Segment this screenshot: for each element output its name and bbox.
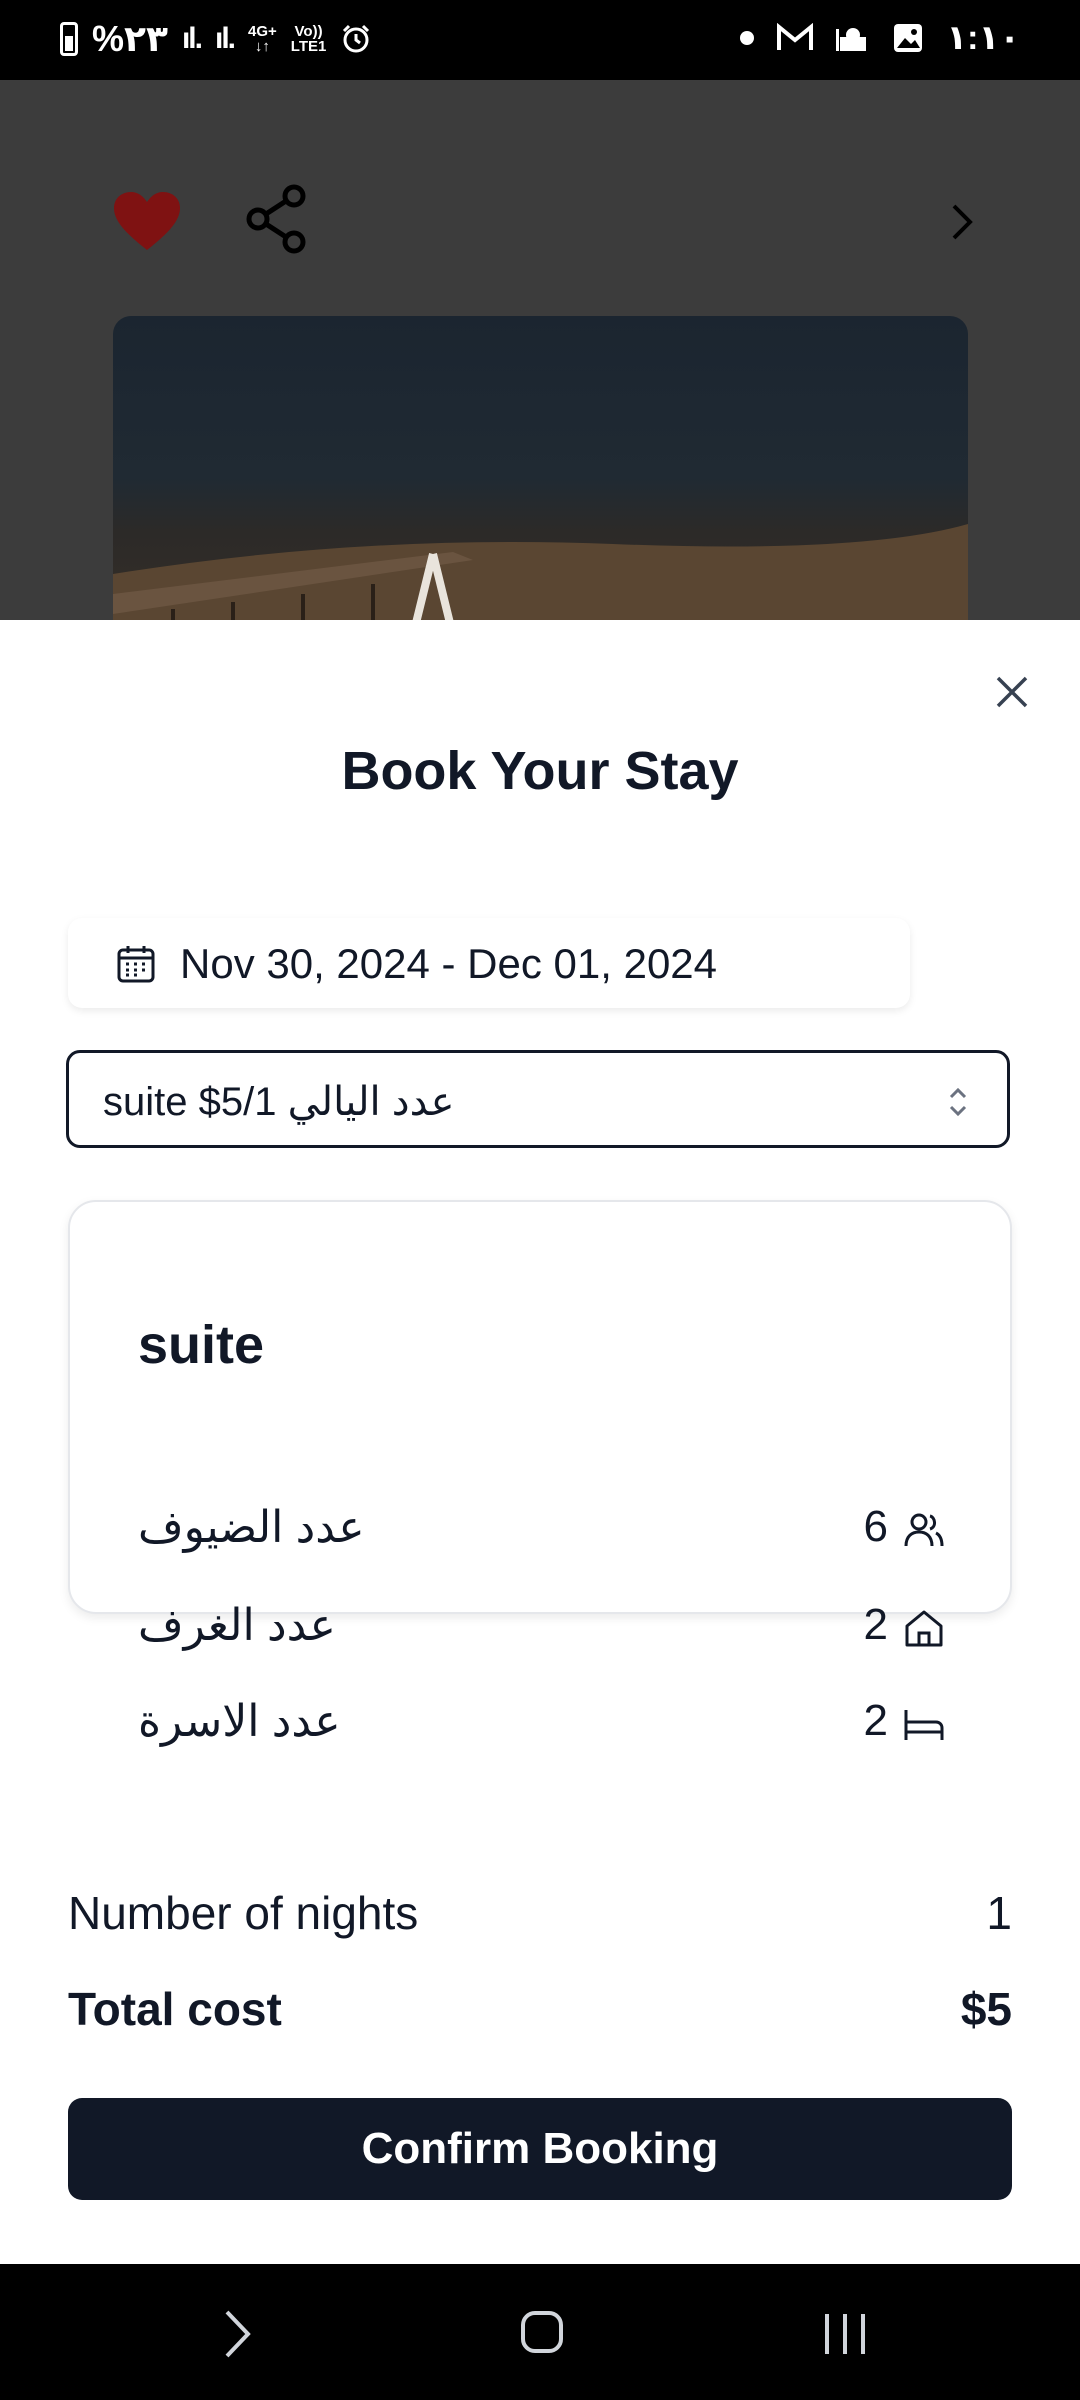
booking-sheet: Book Your Stay Nov 30, 2024 - Dec 01, 20… bbox=[0, 620, 1080, 2264]
status-left: %٢٣ ıl. ıl. 4G+ ↓↑ Vo)) LTE1 bbox=[60, 18, 372, 60]
close-icon[interactable] bbox=[990, 670, 1034, 714]
share-icon[interactable] bbox=[244, 184, 308, 254]
desert-scene bbox=[113, 524, 968, 620]
total-label: Total cost bbox=[68, 1983, 282, 2035]
status-bar: %٢٣ ıl. ıl. 4G+ ↓↑ Vo)) LTE1 ١:١٠ bbox=[0, 0, 1080, 80]
status-right: ١:١٠ bbox=[740, 18, 1020, 58]
room-select-value: suite $5/1 عدد اليالي bbox=[103, 1080, 455, 1124]
gallery-icon bbox=[894, 24, 923, 52]
home-icon bbox=[905, 1610, 943, 1647]
bed-icon bbox=[904, 1710, 944, 1740]
signal-icon: ıl. bbox=[181, 22, 203, 55]
room-name: suite bbox=[138, 1315, 265, 1375]
background-page bbox=[0, 80, 1080, 620]
total-row: Total cost $5 bbox=[68, 1982, 1012, 2042]
detail-value: 2 bbox=[863, 1600, 888, 1649]
room-detail-row-beds: عدد الاسرة 2 bbox=[138, 1696, 946, 1756]
room-type-select[interactable]: suite $5/1 عدد اليالي bbox=[66, 1050, 1010, 1148]
chevron-up-down-icon bbox=[949, 1087, 967, 1117]
gmail-icon bbox=[777, 23, 814, 50]
nights-label: Number of nights bbox=[68, 1887, 419, 1939]
date-range-picker[interactable]: Nov 30, 2024 - Dec 01, 2024 bbox=[68, 918, 910, 1008]
chevron-right-icon[interactable] bbox=[944, 200, 978, 244]
volte-indicator: Vo)) LTE1 bbox=[290, 23, 327, 55]
calendar-icon bbox=[117, 946, 155, 983]
battery-icon bbox=[60, 22, 78, 56]
clock: ١:١٠ bbox=[946, 19, 1020, 57]
notification-dot-icon bbox=[740, 31, 755, 45]
room-detail-row-rooms: عدد الغرف 2 bbox=[138, 1600, 946, 1660]
alarm-icon bbox=[343, 24, 370, 53]
back-icon[interactable] bbox=[222, 2308, 252, 2360]
guests-icon bbox=[904, 1513, 944, 1547]
home-button-icon[interactable] bbox=[520, 2310, 564, 2354]
mosque-icon bbox=[836, 28, 867, 51]
favorite-heart-icon[interactable] bbox=[112, 188, 182, 258]
recent-apps-icon[interactable] bbox=[822, 2312, 868, 2356]
nights-value: 1 bbox=[986, 1887, 1012, 1939]
nights-row: Number of nights 1 bbox=[68, 1886, 1012, 1946]
total-value: $5 bbox=[960, 1983, 1012, 2035]
detail-label: عدد الاسرة bbox=[138, 1697, 341, 1746]
detail-value: 2 bbox=[863, 1696, 888, 1745]
detail-label: عدد الغرف bbox=[138, 1601, 336, 1650]
detail-value: 6 bbox=[863, 1502, 888, 1551]
network-indicator: 4G+ ↓↑ bbox=[248, 23, 277, 55]
signal-icon-2: ıl. bbox=[214, 22, 236, 55]
sheet-title: Book Your Stay bbox=[341, 741, 739, 801]
hero-image bbox=[113, 316, 968, 620]
date-range-text: Nov 30, 2024 - Dec 01, 2024 bbox=[180, 940, 718, 987]
system-nav-bar bbox=[0, 2264, 1080, 2400]
detail-label: عدد الضيوف bbox=[138, 1503, 365, 1552]
room-detail-row-guests: عدد الضيوف 6 bbox=[138, 1502, 946, 1562]
confirm-booking-button[interactable]: Confirm Booking bbox=[68, 2098, 1012, 2200]
battery-percent: %٢٣ bbox=[92, 18, 168, 59]
room-card: suite عدد الضيوف 6 عدد الغرف 2 عدد الاسر… bbox=[68, 1200, 1012, 1746]
